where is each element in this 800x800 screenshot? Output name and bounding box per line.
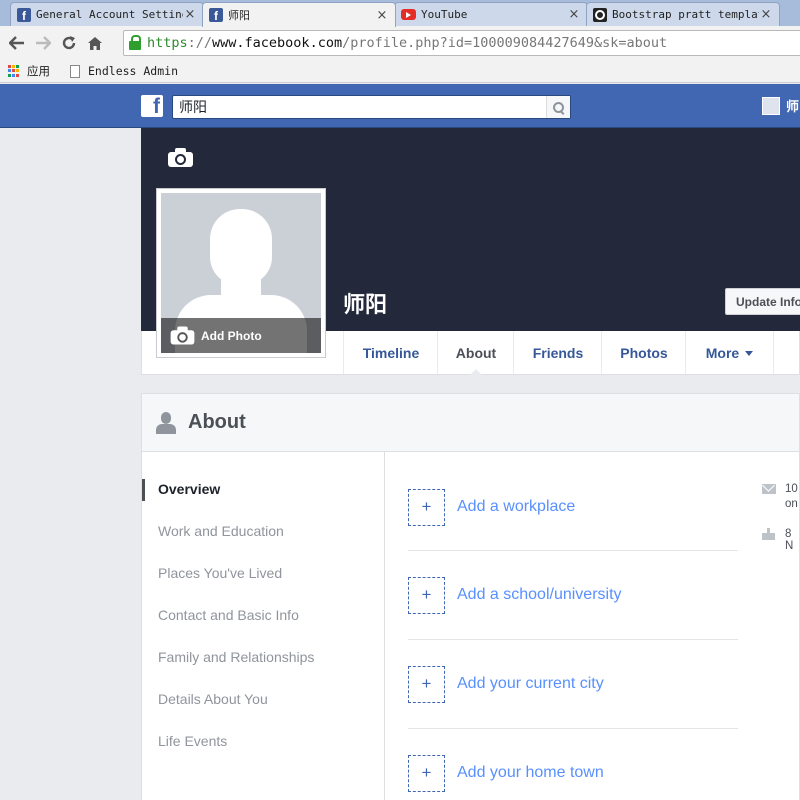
email-text: 10 on (785, 482, 798, 512)
url-domain: www.facebook.com (212, 35, 343, 51)
page-icon (70, 64, 80, 78)
email-line-2: on (785, 498, 798, 510)
sidebar-item-work-education[interactable]: Work and Education (142, 510, 384, 552)
home-icon[interactable] (82, 30, 108, 56)
url-separator: :// (187, 35, 213, 51)
tab-about[interactable]: About (437, 331, 514, 375)
facebook-logo-icon[interactable]: f (141, 95, 163, 117)
close-icon[interactable]: × (759, 7, 773, 22)
address-bar[interactable]: https://www.facebook.com/profile.php?id=… (123, 30, 800, 56)
add-current-city-plus-icon[interactable]: + (408, 665, 445, 703)
birthday-row: 8 N (762, 528, 800, 552)
about-title: About (188, 411, 246, 433)
mail-icon (762, 484, 776, 494)
sidebar-item-places-lived[interactable]: Places You've Lived (142, 552, 384, 594)
lock-icon (128, 35, 142, 51)
bootstrap-icon (593, 7, 607, 22)
cover-camera-button[interactable] (168, 148, 193, 167)
bookmark-endless-admin[interactable]: Endless Admin (88, 64, 178, 78)
sidebar-item-details-about-you[interactable]: Details About You (142, 678, 384, 720)
tab-general-account-settings[interactable]: f General Account Setting × (10, 2, 204, 26)
search-icon (553, 101, 564, 113)
facebook-top-bar: f 师 (0, 84, 800, 128)
list-item: + Add a workplace (408, 452, 738, 551)
search-box (172, 95, 571, 119)
default-avatar-silhouette: Add Photo (161, 193, 321, 353)
search-button[interactable] (546, 96, 570, 118)
add-school-plus-icon[interactable]: + (408, 576, 445, 614)
tab-title: General Account Setting (36, 8, 183, 21)
about-contact-summary: 10 on 8 N (762, 482, 800, 552)
tab-title: Bootstrap pratt templat (612, 8, 759, 21)
chevron-down-icon (745, 351, 754, 356)
add-workplace-link[interactable]: Add a workplace (457, 498, 575, 516)
browser-toolbar: https://www.facebook.com/profile.php?id=… (0, 26, 800, 60)
tab-strip: f General Account Setting × f 师阳 × YouTu… (0, 0, 800, 27)
person-icon (156, 411, 176, 434)
user-menu[interactable]: 师 (762, 96, 799, 115)
sidebar-item-family-relationships[interactable]: Family and Relationships (142, 636, 384, 678)
add-home-town-link[interactable]: Add your home town (457, 764, 604, 782)
sidebar-item-overview[interactable]: Overview (142, 468, 384, 510)
apps-label[interactable]: 应用 (27, 63, 50, 79)
youtube-icon (401, 9, 416, 20)
list-item: + Add your current city (408, 640, 738, 729)
close-icon[interactable]: × (375, 8, 389, 23)
tab-youtube[interactable]: YouTube × (394, 2, 588, 26)
more-label: More (705, 344, 740, 361)
tab-title: 师阳 (228, 9, 250, 22)
avatar (762, 96, 780, 115)
back-arrow-icon[interactable] (4, 30, 30, 56)
add-workplace-plus-icon[interactable]: + (408, 488, 445, 526)
tab-title: YouTube (421, 8, 468, 21)
email-line-1: 10 (785, 483, 798, 495)
tab-more[interactable]: More (685, 331, 774, 374)
about-sidebar: Overview Work and Education Places You'v… (142, 452, 385, 800)
about-panel: About Overview Work and Education Places… (141, 393, 800, 800)
birthday-text: 8 N (785, 528, 794, 552)
profile-name[interactable]: 师阳 (343, 287, 387, 319)
camera-icon (170, 326, 195, 345)
bookmarks-bar: 应用 Endless Admin (0, 60, 800, 83)
profile-picture[interactable]: Add Photo (156, 188, 326, 358)
tab-timeline[interactable]: Timeline (343, 331, 438, 374)
forward-arrow-icon[interactable] (30, 30, 56, 56)
tab-profile[interactable]: f 师阳 × (202, 2, 396, 27)
add-school-link[interactable]: Add a school/university (457, 586, 622, 604)
birthday-cake-icon (762, 528, 775, 540)
about-header: About (142, 394, 799, 452)
sidebar-item-contact-info[interactable]: Contact and Basic Info (142, 594, 384, 636)
sidebar-item-life-events[interactable]: Life Events (142, 720, 384, 762)
add-home-town-plus-icon[interactable]: + (408, 754, 445, 792)
url-path: /profile.php?id=100009084427649&sk=about (342, 35, 668, 51)
search-input[interactable] (173, 96, 546, 118)
list-item: + Add a school/university (408, 551, 738, 640)
close-icon[interactable]: × (183, 7, 197, 22)
about-overview: + Add a workplace + Add a school/univers… (408, 452, 738, 800)
facebook-icon: f (17, 7, 31, 23)
url-scheme: https (147, 35, 188, 51)
user-name: 师 (786, 100, 800, 115)
list-item: + Add your home town (408, 729, 738, 800)
reload-icon[interactable] (56, 30, 82, 56)
add-current-city-link[interactable]: Add your current city (457, 675, 604, 693)
camera-icon (168, 148, 193, 167)
tab-photos[interactable]: Photos (601, 331, 686, 374)
tab-bootstrap[interactable]: Bootstrap pratt templat × (586, 2, 780, 26)
close-icon[interactable]: × (567, 7, 581, 22)
facebook-icon: f (209, 8, 223, 23)
email-row: 10 on (762, 482, 800, 512)
update-info-button[interactable]: Update Info (725, 288, 800, 315)
apps-icon[interactable] (8, 64, 21, 78)
add-photo-button[interactable]: Add Photo (161, 318, 321, 353)
tab-friends[interactable]: Friends (513, 331, 602, 374)
add-photo-label: Add Photo (201, 328, 262, 343)
